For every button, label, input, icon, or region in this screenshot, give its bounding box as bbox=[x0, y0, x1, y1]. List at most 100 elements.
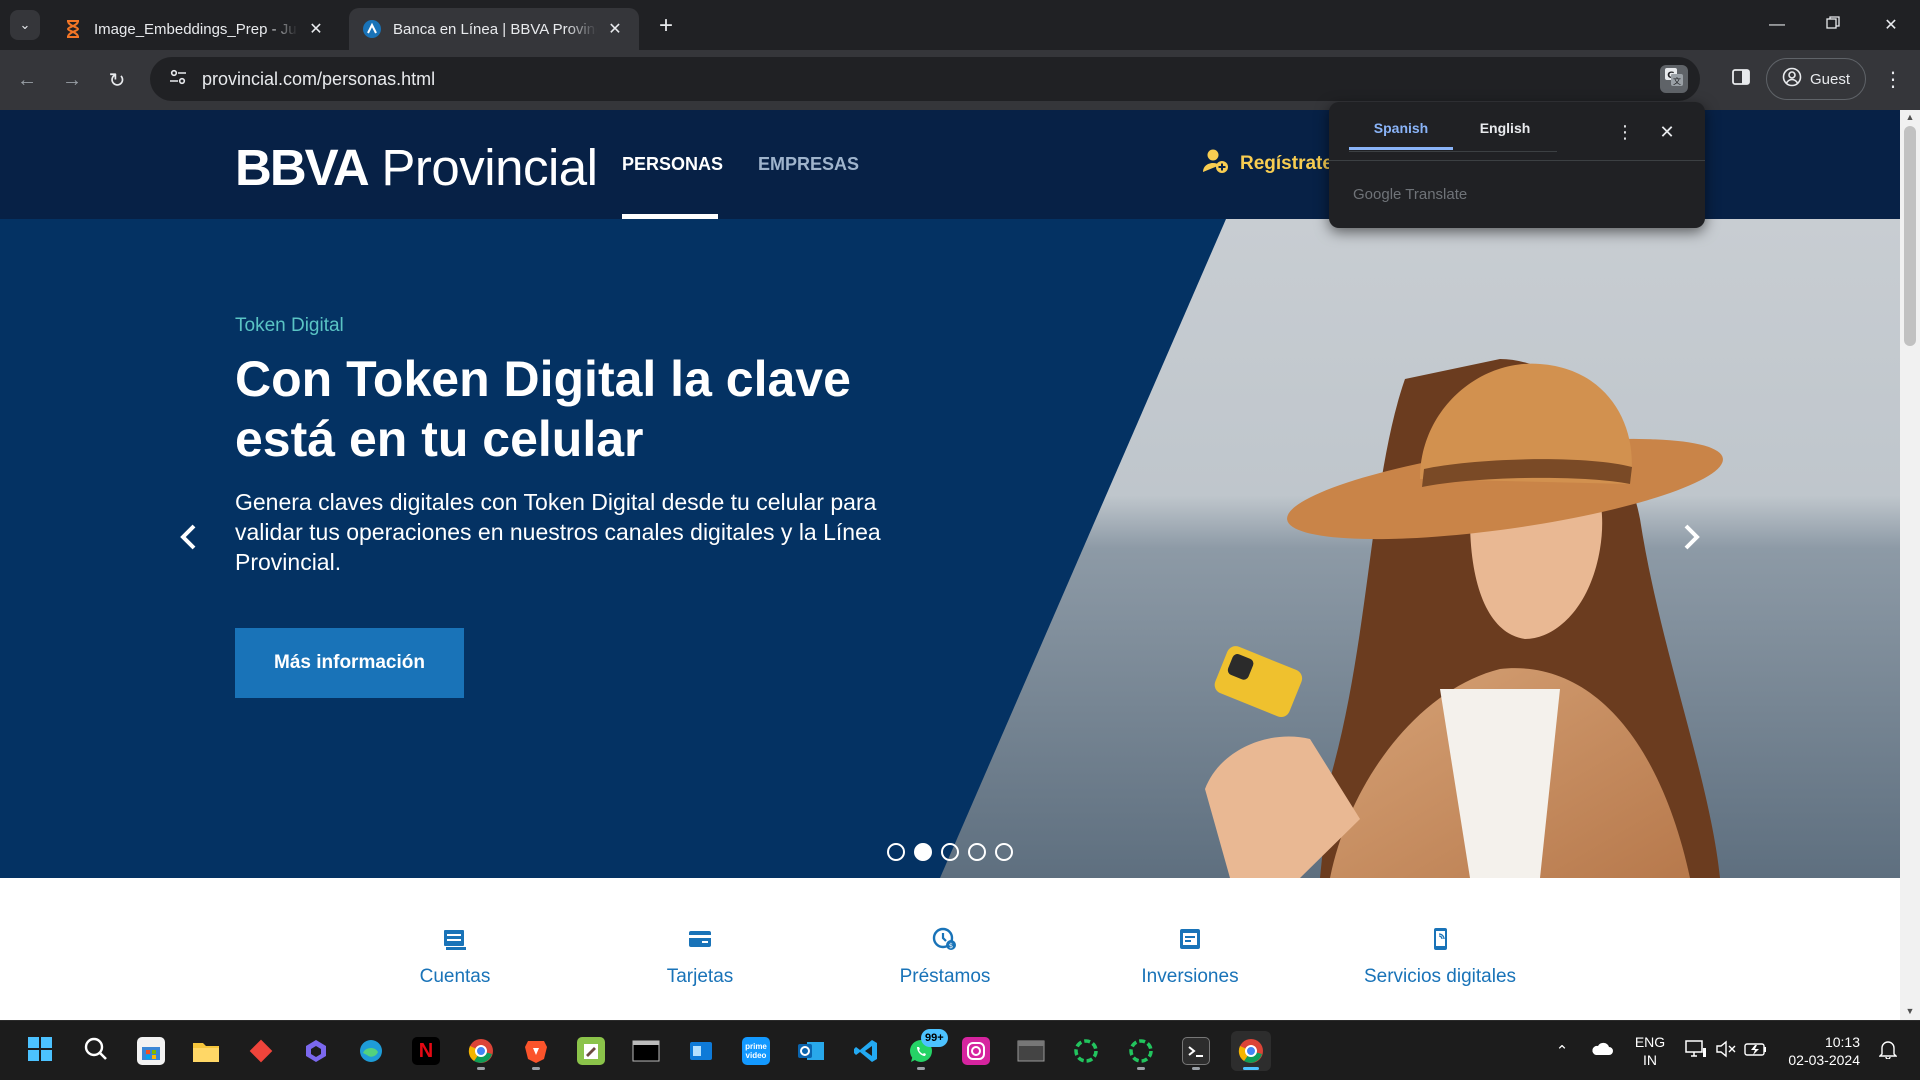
carousel-prev-button[interactable] bbox=[170, 521, 206, 557]
side-panel-icon bbox=[1732, 68, 1750, 90]
address-bar[interactable]: provincial.com/personas.html G文 bbox=[150, 57, 1700, 101]
tray-overflow-button[interactable]: ⌃ bbox=[1550, 1039, 1574, 1063]
hero-description: Genera claves digitales con Token Digita… bbox=[235, 489, 881, 575]
taskbar-brave[interactable] bbox=[516, 1031, 556, 1071]
store-icon bbox=[137, 1037, 165, 1065]
forward-button[interactable]: → bbox=[55, 63, 89, 97]
profile-button[interactable]: Guest bbox=[1766, 58, 1866, 100]
close-window-button[interactable]: ✕ bbox=[1866, 8, 1916, 42]
product-servicios-digitales[interactable]: Servicios digitales bbox=[1340, 926, 1540, 988]
bbva-provincial-logo[interactable]: BBVA Provincial bbox=[235, 138, 598, 197]
browser-tab-bbva[interactable]: Banca en Línea | BBVA Provincial ✕ bbox=[349, 8, 639, 50]
product-inversiones[interactable]: Inversiones bbox=[1090, 926, 1290, 988]
taskbar-terminal[interactable] bbox=[1176, 1031, 1216, 1071]
new-tab-button[interactable]: + bbox=[652, 12, 680, 40]
battery-charging-icon bbox=[1744, 1041, 1768, 1061]
taskbar-app-grey[interactable] bbox=[1011, 1031, 1051, 1071]
translate-icon: G文 bbox=[1664, 67, 1684, 92]
carousel-dot[interactable] bbox=[914, 843, 932, 861]
taskbar-vscode[interactable] bbox=[846, 1031, 886, 1071]
site-info-button[interactable] bbox=[156, 57, 200, 101]
taskbar-chrome-alt[interactable] bbox=[461, 1031, 501, 1071]
volume-button[interactable] bbox=[1714, 1039, 1738, 1063]
notifications-button[interactable] bbox=[1876, 1039, 1900, 1063]
tab-target-language[interactable]: English bbox=[1453, 120, 1557, 150]
product-label: Servicios digitales bbox=[1363, 966, 1517, 987]
start-button[interactable] bbox=[20, 1031, 60, 1071]
language-indicator[interactable]: ENG IN bbox=[1630, 1033, 1670, 1069]
nav-empresas[interactable]: EMPRESAS bbox=[758, 154, 859, 175]
logo-light: Provincial bbox=[381, 139, 598, 196]
carousel-dot[interactable] bbox=[941, 843, 959, 861]
chevron-right-icon bbox=[1683, 523, 1701, 556]
onedrive-button[interactable] bbox=[1590, 1039, 1614, 1063]
tab-divider bbox=[1349, 151, 1557, 152]
taskbar-loader-app-1[interactable] bbox=[1066, 1031, 1106, 1071]
carousel-indicators bbox=[887, 843, 1013, 861]
product-cuentas[interactable]: Cuentas bbox=[355, 926, 555, 988]
browser-menu-button[interactable]: ⋮ bbox=[1878, 62, 1908, 96]
nav-personas[interactable]: PERSONAS bbox=[622, 154, 723, 175]
url-text[interactable]: provincial.com/personas.html bbox=[202, 69, 435, 90]
carousel-dot[interactable] bbox=[995, 843, 1013, 861]
page-scrollbar[interactable]: ▲ ▼ bbox=[1900, 110, 1920, 1020]
app-window-icon bbox=[687, 1037, 715, 1065]
scroll-up-icon[interactable]: ▲ bbox=[1904, 112, 1916, 124]
taskbar-anydesk[interactable] bbox=[241, 1031, 281, 1071]
more-vertical-icon: ⋮ bbox=[1616, 121, 1634, 142]
taskbar-store[interactable] bbox=[131, 1031, 171, 1071]
restore-button[interactable] bbox=[1808, 8, 1858, 42]
browser-tab-jupyter[interactable]: Image_Embeddings_Prep - Jupyter ✕ bbox=[50, 8, 340, 50]
carousel-dot[interactable] bbox=[887, 843, 905, 861]
netflix-icon: N bbox=[412, 1037, 440, 1065]
taskbar-app-blue[interactable] bbox=[681, 1031, 721, 1071]
taskbar-outlook[interactable] bbox=[791, 1031, 831, 1071]
scroll-down-icon[interactable]: ▼ bbox=[1904, 1006, 1916, 1018]
taskbar-terminal-window[interactable] bbox=[626, 1031, 666, 1071]
network-button[interactable] bbox=[1684, 1039, 1708, 1063]
back-button[interactable]: ← bbox=[10, 63, 44, 97]
side-panel-button[interactable] bbox=[1724, 62, 1758, 96]
time-text: 10:13 bbox=[1824, 1034, 1860, 1050]
tab-source-language[interactable]: Spanish bbox=[1349, 120, 1453, 150]
tab-search-button[interactable]: ⌄ bbox=[10, 10, 40, 40]
register-link[interactable]: Regístrate bbox=[1202, 148, 1333, 180]
scrollbar-thumb[interactable] bbox=[1904, 126, 1916, 346]
reload-button[interactable]: ↻ bbox=[100, 63, 134, 97]
taskbar-whatsapp[interactable]: 99+ bbox=[901, 1029, 948, 1071]
minimize-button[interactable]: — bbox=[1752, 8, 1802, 42]
loans-icon: $ bbox=[932, 926, 958, 952]
chevron-down-icon: ⌄ bbox=[19, 17, 31, 32]
product-tarjetas[interactable]: Tarjetas bbox=[600, 926, 800, 988]
more-info-button[interactable]: Más información bbox=[235, 628, 464, 698]
taskbar-notepad-plus[interactable] bbox=[571, 1031, 611, 1071]
translate-close-button[interactable]: ✕ bbox=[1655, 120, 1679, 144]
reload-icon: ↻ bbox=[108, 69, 126, 92]
taskbar-prime-video[interactable]: prime video bbox=[736, 1031, 776, 1071]
product-prestamos[interactable]: $ Préstamos bbox=[845, 926, 1045, 988]
taskbar-copilot[interactable] bbox=[296, 1031, 336, 1071]
svg-text:$: $ bbox=[949, 942, 953, 950]
instagram-icon bbox=[962, 1037, 990, 1065]
more-vertical-icon: ⋮ bbox=[1883, 68, 1903, 91]
taskbar-file-explorer[interactable] bbox=[186, 1031, 226, 1071]
taskbar-instagram[interactable] bbox=[956, 1031, 996, 1071]
cards-icon bbox=[687, 926, 713, 952]
notification-badge: 99+ bbox=[921, 1029, 948, 1047]
search-button[interactable] bbox=[76, 1031, 116, 1071]
taskbar-loader-app-2[interactable] bbox=[1121, 1031, 1161, 1071]
chrome-icon bbox=[1237, 1037, 1265, 1065]
translate-options-button[interactable]: ⋮ bbox=[1613, 120, 1637, 144]
taskbar-netflix[interactable]: N bbox=[406, 1031, 446, 1071]
close-tab-icon[interactable]: ✕ bbox=[605, 19, 625, 39]
carousel-dot[interactable] bbox=[968, 843, 986, 861]
battery-button[interactable] bbox=[1744, 1039, 1768, 1063]
carousel-next-button[interactable] bbox=[1674, 521, 1710, 557]
clock[interactable]: 10:13 02-03-2024 bbox=[1780, 1033, 1860, 1069]
taskbar-chrome[interactable] bbox=[1231, 1031, 1271, 1071]
close-tab-icon[interactable]: ✕ bbox=[306, 19, 326, 39]
taskbar-edge[interactable] bbox=[351, 1031, 391, 1071]
plus-icon: + bbox=[658, 12, 673, 39]
translate-page-button[interactable]: G文 bbox=[1660, 65, 1688, 93]
ring-icon bbox=[1127, 1037, 1155, 1065]
